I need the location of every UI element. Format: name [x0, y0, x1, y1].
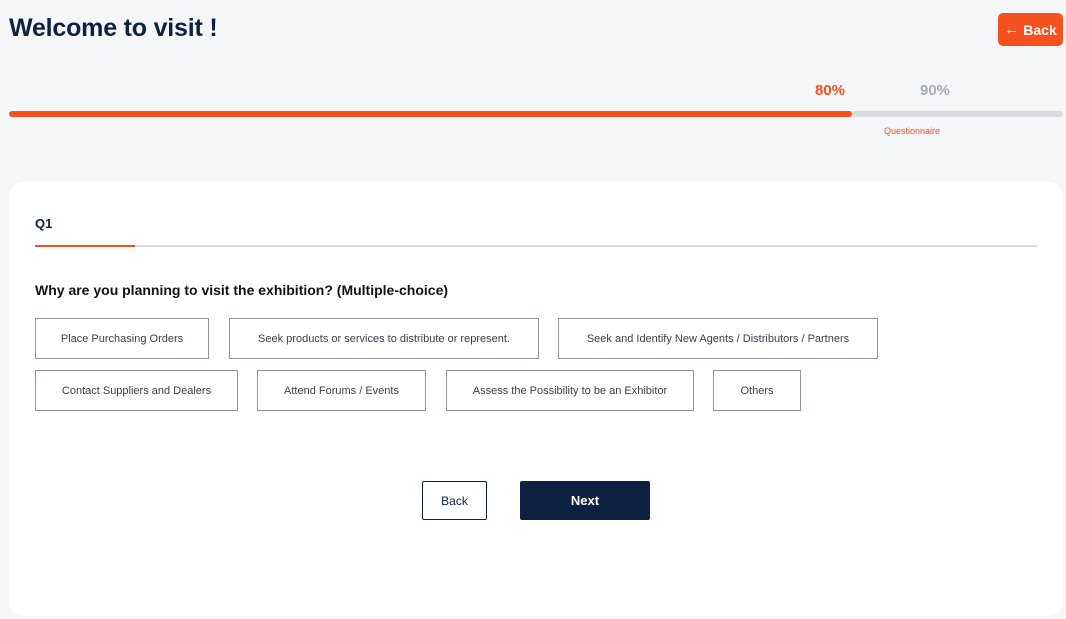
- questionnaire-page: Welcome to visit ! ← Back 80% 90% Questi…: [0, 0, 1066, 619]
- progress-bar: [9, 111, 1063, 117]
- page-title: Welcome to visit !: [9, 14, 218, 42]
- option-seek-agents-distributors[interactable]: Seek and Identify New Agents / Distribut…: [558, 318, 878, 359]
- tab-underline: [35, 245, 1037, 247]
- option-contact-suppliers-dealers[interactable]: Contact Suppliers and Dealers: [35, 370, 238, 411]
- option-seek-products-services[interactable]: Seek products or services to distribute …: [229, 318, 539, 359]
- back-button[interactable]: Back: [422, 481, 487, 520]
- progress-current-label: 80%: [815, 82, 846, 99]
- tab-active-indicator: [35, 245, 135, 247]
- question-card: Q1 Why are you planning to visit the exh…: [9, 182, 1063, 616]
- question-text: Why are you planning to visit the exhibi…: [35, 282, 449, 298]
- option-assess-exhibitor[interactable]: Assess the Possibility to be an Exhibito…: [446, 370, 694, 411]
- header-back-button[interactable]: ← Back: [998, 13, 1063, 46]
- tab-q1[interactable]: Q1: [35, 216, 52, 231]
- header-back-label: Back: [1023, 21, 1057, 38]
- option-place-purchasing-orders[interactable]: Place Purchasing Orders: [35, 318, 209, 359]
- progress-bar-fill: [9, 111, 853, 117]
- arrow-left-icon: ←: [1004, 21, 1020, 38]
- option-others[interactable]: Others: [713, 370, 801, 411]
- progress-step-label: Questionnaire: [884, 126, 941, 136]
- option-attend-forums-events[interactable]: Attend Forums / Events: [257, 370, 426, 411]
- progress-next-label: 90%: [920, 82, 951, 99]
- next-button[interactable]: Next: [520, 481, 650, 520]
